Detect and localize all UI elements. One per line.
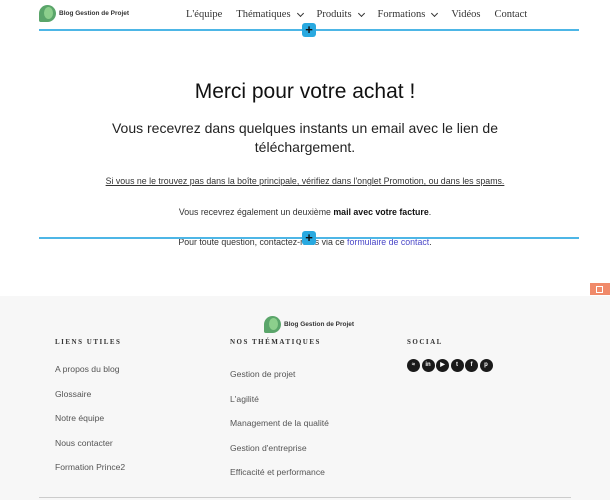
nav-label: Produits (316, 9, 352, 20)
invoice-suffix: . (428, 207, 432, 217)
footer-link-agility[interactable]: L'agilité (230, 394, 329, 419)
nav-item-contact[interactable]: Contact (495, 9, 528, 20)
linkedin-icon[interactable]: in (421, 359, 435, 372)
invoice-bold-text: mail avec votre facture (333, 207, 429, 217)
nav-label: Contact (494, 9, 528, 20)
spam-notice: Si vous ne le trouvez pas dans la boîte … (105, 176, 505, 186)
download-message: Vous recevrez dans quelques instants un … (111, 120, 498, 155)
page-title: Merci pour votre achat ! (194, 80, 416, 103)
main-nav: L'équipe Thématiques Produits Formations… (186, 9, 527, 20)
site-logo[interactable]: Blog Gestion de Projet (39, 5, 129, 22)
youtube-icon[interactable]: ▶ (436, 359, 449, 372)
invoice-text: Vous recevrez également un deuxième (178, 207, 334, 217)
footer-link-project-management[interactable]: Gestion de projet (230, 369, 329, 394)
logo-text: Blog Gestion de Projet (284, 321, 355, 328)
social-icons: ≈ in ▶ t f p (407, 359, 494, 372)
footer-link-contact[interactable]: Nous contacter (55, 438, 125, 463)
leaf-logo-icon (39, 5, 56, 22)
footer-link-performance[interactable]: Efficacité et performance (230, 467, 329, 492)
chevron-down-icon (357, 9, 365, 17)
themes-list: Gestion de projet L'agilité Management d… (230, 369, 329, 492)
spotify-icon[interactable]: ≈ (407, 359, 420, 372)
twitter-icon[interactable]: t (450, 359, 464, 372)
nav-item-equipe[interactable]: L'équipe (186, 9, 222, 20)
site-footer: Blog Gestion de Projet LIENS UTILES A pr… (0, 296, 610, 500)
links-column-title: LIENS UTILES (55, 338, 122, 346)
footer-link-prince2[interactable]: Formation Prince2 (55, 462, 125, 487)
pinterest-icon[interactable]: p (479, 359, 493, 372)
nav-item-produits[interactable]: Produits (316, 9, 365, 20)
logo-text: Blog Gestion de Projet (59, 10, 130, 17)
social-column-title: SOCIAL (407, 338, 443, 346)
themes-column-title: NOS THÉMATIQUES (230, 338, 321, 346)
nav-item-videos[interactable]: Vidéos (451, 9, 480, 20)
chevron-down-icon (296, 9, 304, 17)
add-section-button[interactable]: + (302, 231, 316, 245)
nav-item-thematiques[interactable]: Thématiques (236, 9, 304, 20)
chevron-down-icon (431, 9, 439, 17)
footer-link-about[interactable]: A propos du blog (55, 364, 125, 389)
footer-logo[interactable]: Blog Gestion de Projet (264, 316, 354, 333)
invoice-notice: Vous recevrez également un deuxième mail… (0, 207, 610, 217)
nav-item-formations[interactable]: Formations (377, 9, 439, 20)
footer-link-business[interactable]: Gestion d'entreprise (230, 443, 329, 468)
square-icon (596, 286, 603, 293)
links-list: A propos du blog Glossaire Notre équipe … (55, 364, 125, 487)
footer-link-quality[interactable]: Management de la qualité (230, 418, 329, 443)
nav-label: Formations (377, 9, 426, 20)
footer-divider (39, 497, 571, 498)
nav-label: Vidéos (451, 9, 481, 20)
side-widget-tab[interactable] (590, 283, 610, 295)
footer-link-glossary[interactable]: Glossaire (55, 389, 125, 414)
facebook-icon[interactable]: f (465, 359, 478, 372)
footer-link-team[interactable]: Notre équipe (55, 413, 125, 438)
nav-label: Thématiques (236, 9, 291, 20)
nav-label: L'équipe (186, 9, 223, 20)
leaf-logo-icon (264, 316, 281, 333)
add-section-button[interactable]: + (302, 23, 316, 37)
